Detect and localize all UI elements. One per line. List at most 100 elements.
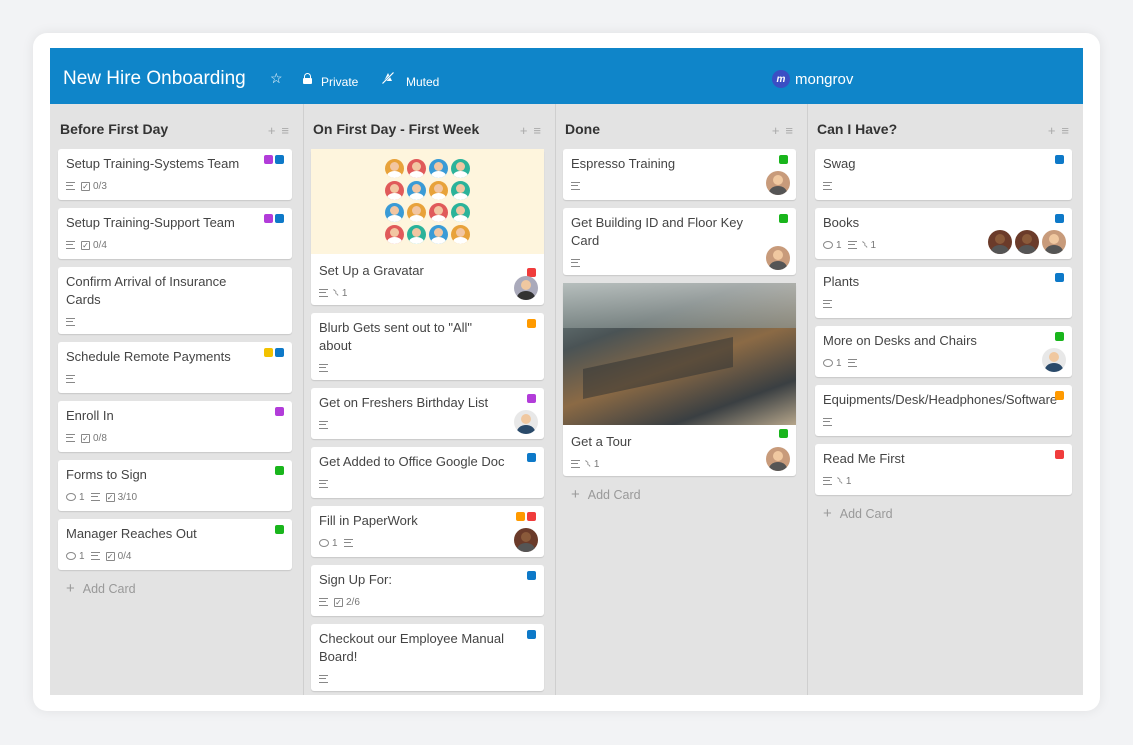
- card[interactable]: Get Added to Office Google Doc: [311, 447, 544, 498]
- card[interactable]: Schedule Remote Payments: [58, 342, 292, 393]
- paperclip-icon: ⌇: [583, 458, 594, 470]
- add-card-button[interactable]: + Add Card: [58, 580, 292, 597]
- checklist-progress: 0/4: [117, 550, 132, 562]
- board-title[interactable]: New Hire Onboarding: [63, 68, 246, 90]
- card[interactable]: Forms to Sign 1 ✓ 3/10: [58, 460, 292, 511]
- avatar[interactable]: [766, 171, 790, 195]
- card-title: Get a Tour: [571, 434, 632, 449]
- description-icon: [66, 182, 75, 190]
- add-icon[interactable]: +: [772, 123, 780, 138]
- menu-icon[interactable]: ≡: [533, 123, 541, 138]
- person-illustration: [385, 203, 404, 222]
- comment-count: 1: [79, 491, 85, 503]
- description-icon: [823, 418, 832, 426]
- add-card-button[interactable]: + Add Card: [815, 505, 1072, 522]
- label-green: [275, 466, 284, 475]
- card[interactable]: More on Desks and Chairs 1: [815, 326, 1072, 377]
- card-badges: [319, 419, 536, 431]
- checklist-progress: 0/8: [93, 432, 107, 444]
- card[interactable]: Books 1 ⌇ 1: [815, 208, 1072, 259]
- attachment-count: 1: [845, 475, 852, 487]
- add-icon[interactable]: +: [268, 123, 276, 138]
- label-orange: [516, 512, 525, 521]
- card[interactable]: Blurb Gets sent out to "All" about: [311, 313, 544, 380]
- checklist-badge: ✓ 0/8: [81, 433, 107, 444]
- avatar[interactable]: [1015, 230, 1039, 254]
- attachment-count: 1: [870, 239, 877, 251]
- avatar[interactable]: [514, 276, 538, 300]
- card-labels: [275, 466, 284, 475]
- description-icon: [343, 539, 353, 547]
- comment-icon: [66, 493, 76, 501]
- avatar[interactable]: [514, 528, 538, 552]
- avatar[interactable]: [766, 447, 790, 471]
- comment-icon: [823, 359, 833, 367]
- card[interactable]: Equipments/Desk/Headphones/Software: [815, 385, 1072, 436]
- card-title: Plants: [823, 274, 860, 289]
- card-badges: 1 ✓ 0/4: [66, 550, 284, 562]
- card[interactable]: Swag: [815, 149, 1072, 200]
- card-title: Espresso Training: [571, 156, 676, 171]
- card-labels: [527, 571, 536, 580]
- list-column: Done + ≡ Espresso Training Get Building ID a…: [555, 104, 807, 695]
- list-title[interactable]: Done: [565, 121, 600, 137]
- privacy-toggle[interactable]: Private: [321, 75, 358, 89]
- list-title[interactable]: On First Day - First Week: [313, 121, 479, 137]
- card-labels: [527, 319, 536, 328]
- avatar[interactable]: [988, 230, 1012, 254]
- card-cover-image: [311, 149, 544, 254]
- add-icon[interactable]: +: [520, 123, 528, 138]
- description-icon: [571, 182, 580, 190]
- card-title: Equipments/Desk/Headphones/Software: [823, 392, 1058, 407]
- description-icon: [319, 421, 328, 429]
- card[interactable]: Checkout our Employee Manual Board!: [311, 624, 544, 691]
- list-title[interactable]: Before First Day: [60, 121, 168, 137]
- card[interactable]: Setup Training-Systems Team ✓ 0/3: [58, 149, 292, 200]
- avatar[interactable]: [1042, 348, 1066, 372]
- description-icon: [90, 552, 100, 560]
- label-yellow: [264, 348, 273, 357]
- card-labels: [264, 348, 284, 357]
- avatar[interactable]: [1042, 230, 1066, 254]
- list-title[interactable]: Can I Have?: [817, 121, 897, 137]
- card[interactable]: Confirm Arrival of Insurance Cards: [58, 267, 292, 334]
- avatar[interactable]: [514, 410, 538, 434]
- card[interactable]: Setup Training-Support Team ✓ 0/4: [58, 208, 292, 259]
- description-icon: [66, 434, 75, 442]
- menu-icon[interactable]: ≡: [281, 123, 289, 138]
- add-card-button[interactable]: + Add Card: [563, 486, 796, 503]
- card-labels: [527, 630, 536, 639]
- card[interactable]: Set Up a Gravatar ⌇ 1: [311, 149, 544, 305]
- menu-icon[interactable]: ≡: [1061, 123, 1069, 138]
- label-blue: [527, 630, 536, 639]
- person-illustration: [451, 203, 470, 222]
- card[interactable]: Enroll In ✓ 0/8: [58, 401, 292, 452]
- label-blue: [275, 155, 284, 164]
- comments-badge: 1: [66, 551, 85, 562]
- card[interactable]: Espresso Training: [563, 149, 796, 200]
- card[interactable]: Plants: [815, 267, 1072, 318]
- notifications-toggle[interactable]: Muted: [406, 75, 439, 89]
- label-purple: [264, 214, 273, 223]
- star-icon[interactable]: ☆: [270, 70, 283, 87]
- attachments-badge: ⌇ 1: [332, 287, 348, 299]
- person-illustration: [429, 203, 448, 222]
- card[interactable]: Manager Reaches Out 1 ✓ 0/4: [58, 519, 292, 570]
- card[interactable]: Read Me First ⌇ 1: [815, 444, 1072, 495]
- list-column: Can I Have? + ≡ Swag Books 1 ⌇ 1 Plants More on D…: [807, 104, 1083, 695]
- avatar[interactable]: [766, 246, 790, 270]
- checklist-icon: ✓: [105, 492, 115, 502]
- menu-icon[interactable]: ≡: [785, 123, 793, 138]
- card-badges: ⌇ 1: [823, 475, 1064, 487]
- brand: m mongrov: [772, 70, 853, 88]
- card[interactable]: Get Building ID and Floor Key Card: [563, 208, 796, 275]
- card-title: Set Up a Gravatar: [319, 263, 424, 278]
- add-icon[interactable]: +: [1048, 123, 1056, 138]
- card[interactable]: Get a Tour ⌇ 1: [563, 283, 796, 476]
- card[interactable]: Get on Freshers Birthday List: [311, 388, 544, 439]
- plus-icon: +: [66, 580, 75, 597]
- person-illustration: [385, 225, 404, 244]
- card[interactable]: Sign Up For: ✓ 2/6: [311, 565, 544, 616]
- card[interactable]: Fill in PaperWork 1: [311, 506, 544, 557]
- description-icon: [847, 241, 857, 249]
